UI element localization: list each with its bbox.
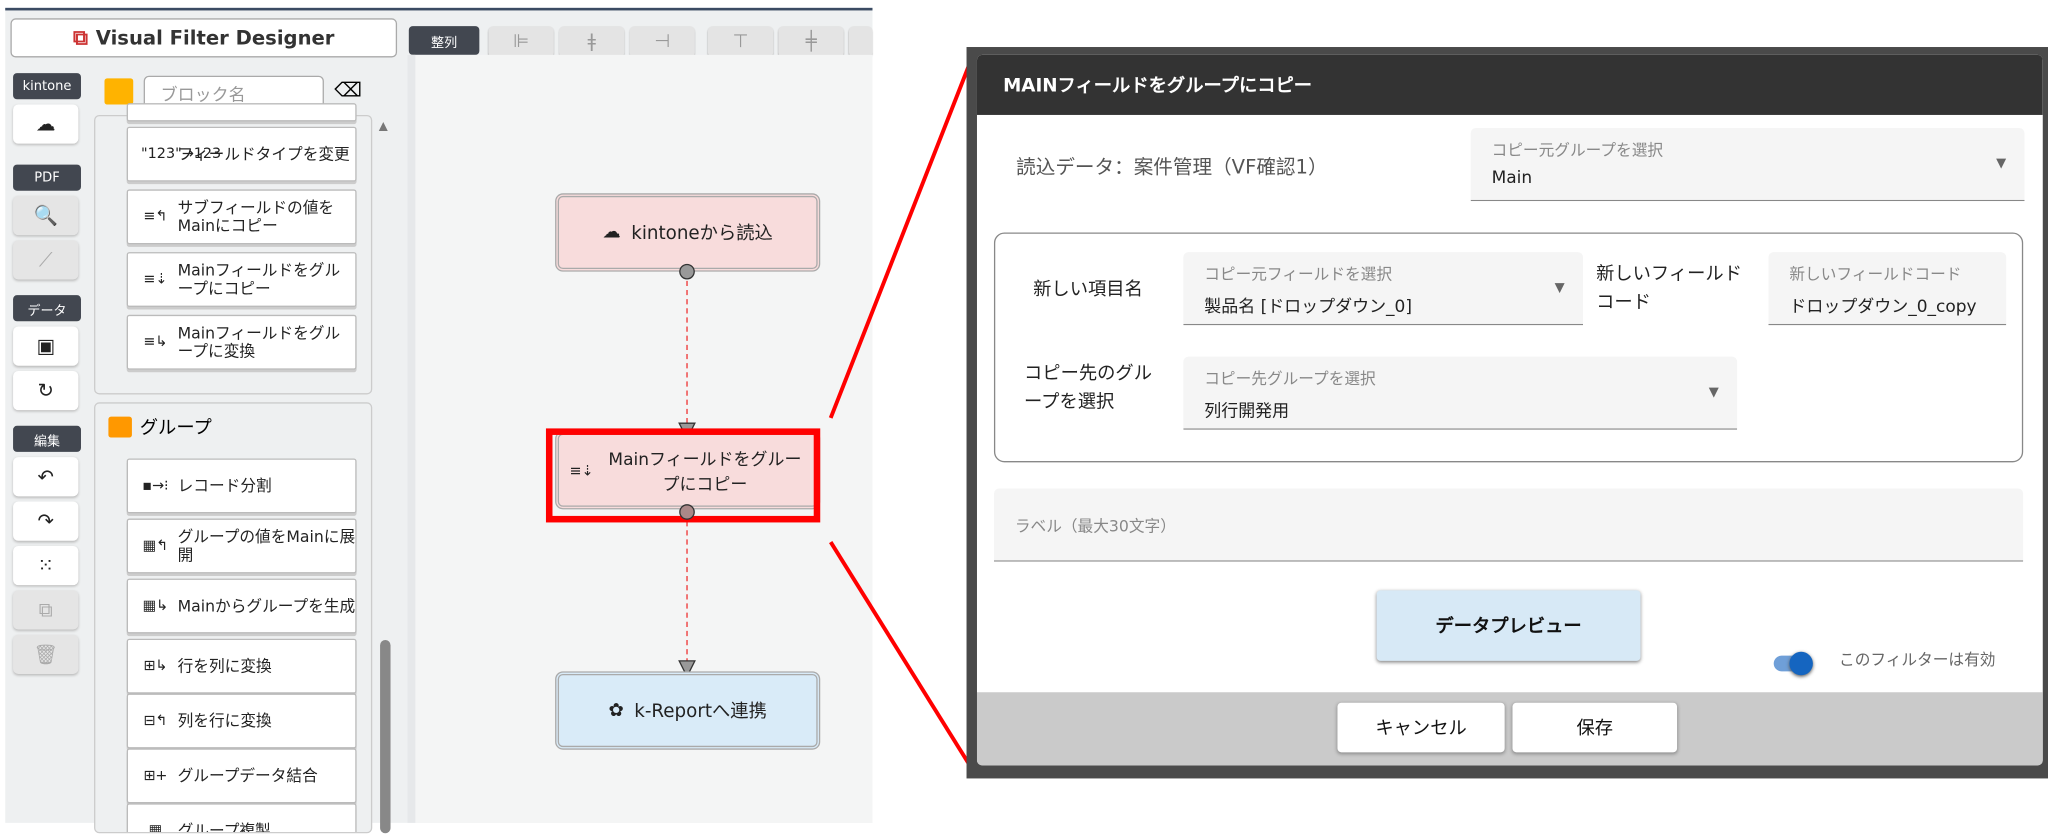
trash-icon: 🗑 [33,642,59,667]
toggle-thumb [1789,651,1813,676]
output-port[interactable] [679,263,695,280]
align-label: 整列 [408,26,480,55]
palette-item[interactable]: ≡↰ サブフィールドの値をMainにコピー [126,189,357,245]
column-to-row-icon: ⊟↰ [143,712,168,730]
subfield-copy-icon: ≡↰ [143,208,168,226]
cloud-icon: ☁ [602,222,621,243]
dropdown-arrow-icon: ▼ [1708,385,1719,400]
group-copy-icon: ≡⇣ [143,270,168,288]
logo-icon: ⧉ [72,24,88,50]
restore-flow-button[interactable]: ↻ [13,370,79,411]
align-left-button[interactable]: ⊫ [488,26,554,58]
record-split-icon: ▪→⁝ [142,477,169,495]
palette-section-group: グループ ▪→⁝ レコード分割 ▦↰ グループの値をMainに展開 ▦↳ Mainから… [94,402,373,834]
node-kintone-read[interactable]: ☁ kintoneから読込 [555,193,821,272]
palette-item[interactable]: "123"→123 フィールドタイプを変更 [126,126,357,182]
edit-label: 編集 [13,425,81,452]
folder-icon [104,78,134,105]
dropdown-arrow-icon: ▼ [1996,156,2007,172]
dest-group-select[interactable]: コピー先グループを選択 列行開発用 ▼ [1183,356,1738,430]
field-settings-panel: 新しい項目名 コピー元フィールドを選択 製品名 [ドロップダウン_0] ▼ 新し… [993,232,2024,463]
node-k-report[interactable]: ✿ k-Reportへ連携 [555,671,821,750]
new-field-code-input[interactable]: 新しいフィールドコード ドロップダウン_0_copy [1768,252,2007,326]
new-item-name-label: 新しい項目名 [1033,279,1143,301]
group-merge-icon: ⊞+ [143,767,168,785]
pdf-label: PDF [13,164,81,191]
flow-canvas[interactable]: ☁ kintoneから読込 ≡⇣ Mainフィールドをグループにコピー ✿ k-Rep… [407,54,873,823]
palette-item[interactable]: ▦↳ Mainからグループを生成 [126,578,357,634]
palette-item[interactable]: ⊞↳ 行を列に変換 [126,638,357,694]
palette-item-partial[interactable] [126,103,357,122]
enabled-toggle[interactable] [1773,651,1813,676]
palette-item[interactable]: ≡⇣ Mainフィールドをグループにコピー [126,252,357,307]
filter-settings-dialog: MAINフィールドをグループにコピー 読込データ：案件管理（VF確認1） コピー… [966,47,2048,779]
save-button[interactable]: 保存 [1512,702,1678,753]
copy-icon: ⧉ [38,598,53,622]
row-to-column-icon: ⊞↳ [143,657,168,675]
save-icon: ▣ [36,334,55,358]
copy-button[interactable]: ⧉ [13,590,79,630]
palette-item[interactable]: ⊞+ グループデータ結合 [126,748,357,804]
group-duplicate-icon: ▦ [148,822,163,834]
expand-group-icon: ▦↰ [142,537,169,555]
source-group-select[interactable]: コピー元グループを選択 Main ▼ [1470,127,2025,202]
palette-section-fields: "123"→123 フィールドタイプを変更 ≡↰ サブフィールドの値をMainにコピ… [94,103,373,395]
palette-item[interactable]: ▦↰ グループの値をMainに展開 [126,518,357,574]
read-data-label: 読込データ：案件管理（VF確認1） [1016,155,1328,179]
scroll-up-arrow[interactable]: ▲ [379,120,388,133]
kintone-cloud-button[interactable]: ☁ [13,104,79,144]
dialog-footer: キャンセル 保存 [976,692,2043,766]
align-center-button[interactable]: ǂ [559,26,625,58]
clear-search-icon[interactable]: ⌫ [334,78,362,102]
dialog-title: MAINフィールドをグループにコピー [976,54,2043,115]
create-group-icon: ▦↳ [142,597,169,615]
cloud-icon: ☁ [35,112,56,136]
k-report-logo-icon: ✿ [608,700,624,721]
redo-icon: ↷ [37,509,54,533]
undo-button[interactable]: ↶ [13,457,79,497]
callout-lines [828,54,975,772]
dest-group-label: コピー先のグループを選択 [1023,363,1152,414]
output-port[interactable] [679,504,695,520]
new-field-code-label: 新しいフィールドコード [1596,263,1743,314]
palette-item[interactable]: ▦ グループ複製 [126,803,357,834]
delete-button[interactable]: 🗑 [13,634,79,674]
align-right-button[interactable]: ⊣ [629,26,695,58]
palette-item[interactable]: ▪→⁝ レコード分割 [126,458,357,514]
undo-icon: ↶ [37,464,54,489]
diagram-edit-icon: ⟋ [38,248,53,272]
align-top-button[interactable]: ⊤ [707,26,774,58]
data-label: データ [13,295,81,322]
group-section-title: グループ [139,417,212,439]
dropdown-arrow-icon: ▼ [1554,280,1565,296]
palette-item[interactable]: ≡↳ Mainフィールドをグループに変換 [126,314,357,370]
data-preview-button[interactable]: データプレビュー [1376,590,1641,661]
pdf-preview-button[interactable]: 🔍 [13,195,79,236]
source-field-select[interactable]: コピー元フィールドを選択 製品名 [ドロップダウン_0] ▼ [1183,252,1584,326]
field-type-icon: "123"→123 [141,145,222,163]
label-input[interactable]: ラベル（最大30文字） [993,488,2024,562]
pdf-layout-button[interactable]: ⟋ [13,240,79,280]
redo-button[interactable]: ↷ [13,501,79,541]
kintone-label: kintone [13,73,81,100]
save-flow-button[interactable]: ▣ [13,326,79,366]
file-search-icon: 🔍 [33,203,58,228]
cancel-button[interactable]: キャンセル [1337,702,1505,753]
palette-scrollbar[interactable] [380,639,391,834]
select-all-button[interactable]: ⁙ [13,545,79,586]
palette-item[interactable]: ⊟↰ 列を行に変換 [126,693,357,749]
group-convert-icon: ≡↳ [143,333,168,351]
folder-icon [108,416,132,438]
select-all-icon: ⁙ [37,553,54,578]
enabled-label: このフィルターは有効 [1839,650,1996,669]
app-title: ⧉ Visual Filter Designer [10,18,398,58]
file-restore-icon: ↻ [37,378,54,403]
